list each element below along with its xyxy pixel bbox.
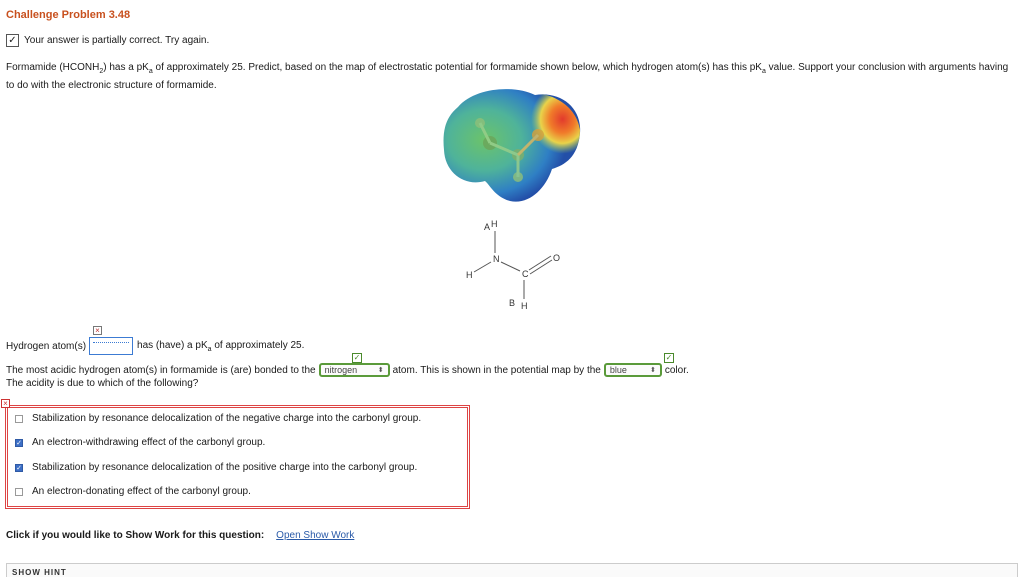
updown-arrow-icon: ⬍ [377, 366, 384, 374]
label-b: B [509, 298, 515, 308]
open-show-work-link[interactable]: Open Show Work [276, 530, 354, 541]
option-3[interactable]: ✓ Stabilization by resonance delocalizat… [15, 462, 417, 473]
answer-options: Stabilization by resonance delocalizatio… [5, 405, 470, 509]
option-checkbox[interactable] [15, 487, 23, 496]
color-select[interactable]: blue ⬍ [603, 363, 662, 377]
option-1[interactable]: Stabilization by resonance delocalizatio… [15, 413, 421, 424]
show-work-row: Click if you would like to Show Work for… [6, 530, 354, 541]
atom-c: C [522, 269, 529, 279]
show-work-prompt: Click if you would like to Show Work for… [6, 530, 265, 541]
incorrect-mark-q1: × [93, 326, 102, 335]
q1-prefix: Hydrogen atom(s) [6, 340, 87, 352]
check-icon: ✓ [664, 353, 674, 363]
q2-suffix: color. [664, 364, 689, 376]
answer-status: ✓ Your answer is partially correct. Try … [6, 34, 209, 47]
problem-text-3: of approximately 25. Predict, based on t… [152, 62, 762, 73]
option-4[interactable]: An electron-donating effect of the carbo… [15, 486, 251, 497]
x-icon: × [1, 399, 10, 408]
q2-mid: atom. This is shown in the potential map… [392, 364, 601, 376]
hydrogen-atom-input[interactable] [89, 337, 134, 355]
atom-select[interactable]: nitrogen ⬍ [318, 363, 390, 377]
option-label: Stabilization by resonance delocalizatio… [32, 413, 422, 424]
pencil-check-icon: ✓ [6, 34, 19, 47]
option-checkbox[interactable]: ✓ [15, 438, 23, 447]
atom-h-top: H [491, 219, 498, 229]
electrostatic-potential-map [443, 89, 581, 202]
q1-suffix: has (have) a pKa of approximately 25. [137, 339, 305, 353]
question-most-acidic: The most acidic hydrogen atom(s) in form… [6, 363, 689, 390]
q2-prefix: The most acidic hydrogen atom(s) in form… [6, 364, 316, 376]
label-a: A [484, 222, 490, 232]
check-icon: ✓ [352, 353, 362, 363]
option-checkbox[interactable] [15, 414, 23, 423]
atom-o: O [553, 253, 560, 263]
option-label: Stabilization by resonance delocalizatio… [32, 462, 418, 473]
show-hint-bar[interactable]: SHOW HINT [6, 563, 1018, 577]
formamide-structure: A H N H C O B H [466, 219, 560, 311]
question-hydrogen-atom: Hydrogen atom(s) has (have) a pKa of app… [6, 337, 304, 355]
q2-line2: The acidity is due to which of the follo… [6, 378, 199, 389]
option-2[interactable]: ✓ An electron-withdrawing effect of the … [15, 437, 265, 448]
updown-arrow-icon: ⬍ [649, 366, 656, 374]
problem-text-2: ) has a pK [103, 62, 149, 73]
option-label: An electron-withdrawing effect of the ca… [32, 437, 266, 448]
problem-text-1: Formamide (HCONH [6, 62, 100, 73]
incorrect-mark-options: × [1, 399, 10, 408]
x-icon: × [93, 326, 102, 335]
option-label: An electron-donating effect of the carbo… [32, 486, 251, 497]
status-text: Your answer is partially correct. Try ag… [24, 35, 210, 46]
correct-mark-select2: ✓ [664, 353, 674, 363]
atom-h-left: H [466, 270, 473, 280]
option-checkbox[interactable]: ✓ [15, 463, 23, 472]
correct-mark-select1: ✓ [352, 353, 362, 363]
atom-h-bottom: H [521, 301, 528, 311]
atom-n: N [493, 254, 500, 264]
page-title: Challenge Problem 3.48 [6, 9, 131, 21]
